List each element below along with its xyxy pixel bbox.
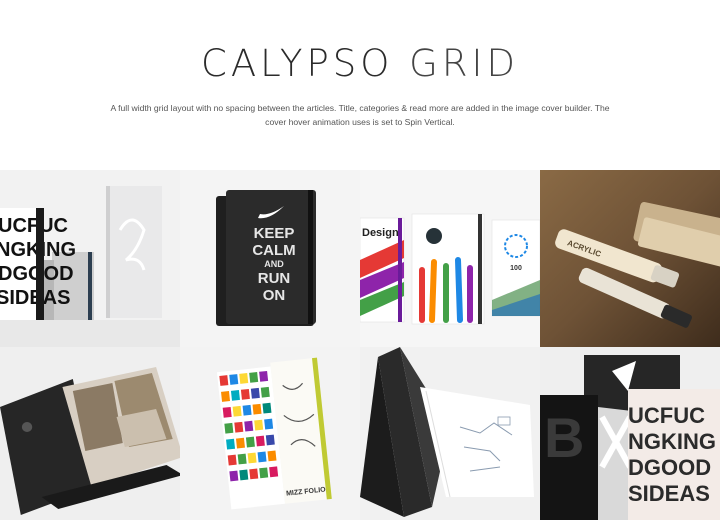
typo-line-1: UCFUC (0, 215, 68, 237)
design-label: Design (362, 227, 399, 239)
tile-image: UCFUC NGKING DGOOD SIDEAS (0, 170, 180, 347)
tile-notebooks-white[interactable]: UCFUC NGKING DGOOD SIDEAS (0, 170, 180, 347)
tile-design-notebooks[interactable]: Design 100 (360, 170, 540, 347)
page-header: CALYPSO GRID A full width grid layout wi… (0, 0, 720, 170)
page-description: A full width grid layout with no spacing… (110, 103, 610, 127)
tile-folded-notebook[interactable] (360, 347, 540, 520)
badge-number: 100 (510, 265, 522, 272)
page-title-main: CALYPSO (201, 42, 394, 85)
tile-acrylic-markers[interactable]: ACRYLIC (540, 170, 720, 347)
keep-calm-line-4: RUN (258, 270, 291, 287)
tile-image (360, 347, 540, 520)
tile-image: Design 100 (360, 170, 540, 347)
tile-folio-notebook[interactable]: MIZZ FOLIO (180, 347, 360, 520)
typo-line-4: SIDEAS (0, 287, 70, 309)
tile-black-notebooks[interactable]: B UCFUC NGKING DGOOD SIDEAS (540, 347, 720, 520)
tile-open-book[interactable] (0, 347, 180, 520)
typo-b-line-2: NGKING (628, 429, 716, 454)
tile-image: B UCFUC NGKING DGOOD SIDEAS (540, 347, 720, 520)
tile-image: MIZZ FOLIO (180, 347, 360, 520)
keep-calm-line-2: CALM (252, 242, 295, 259)
article-grid: UCFUC NGKING DGOOD SIDEAS KEEP CALM AND … (0, 170, 720, 520)
keep-calm-line-1: KEEP (254, 225, 295, 242)
typo-b-line-4: SIDEAS (628, 481, 710, 506)
typo-b-line-3: DGOOD (628, 455, 711, 480)
tile-image: KEEP CALM AND RUN ON (180, 170, 360, 347)
tile-keep-calm-notebook[interactable]: KEEP CALM AND RUN ON (180, 170, 360, 347)
page-title: CALYPSO GRID (0, 42, 720, 85)
page-title-sub: GRID (409, 42, 519, 85)
typo-b-line-1: UCFUC (628, 403, 705, 428)
keep-calm-line-5: ON (263, 287, 286, 304)
big-letter-b: B (544, 406, 584, 469)
tile-image: ACRYLIC (540, 170, 720, 347)
keep-calm-line-3: AND (264, 259, 284, 269)
tile-image (0, 347, 180, 520)
